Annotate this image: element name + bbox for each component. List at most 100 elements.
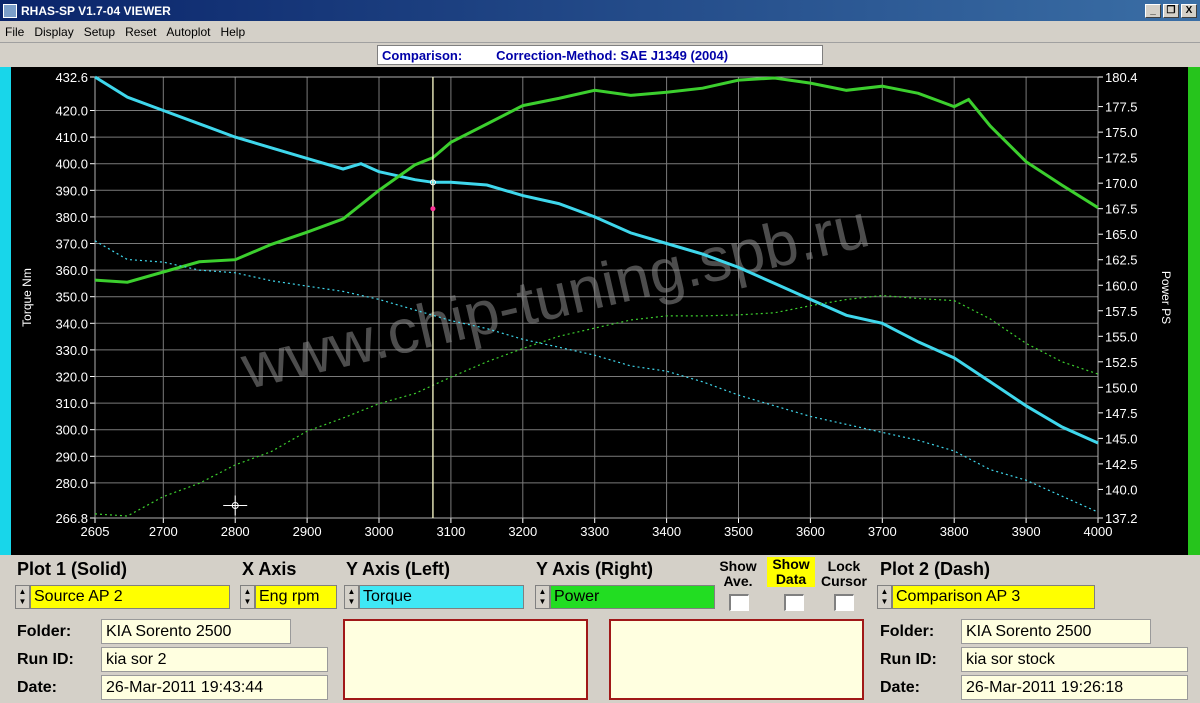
plot2-source-field[interactable]: Comparison AP 3 xyxy=(892,585,1095,609)
lock-cursor-checkbox[interactable] xyxy=(834,594,854,611)
xaxis-select[interactable]: ▲ ▼ Eng rpm xyxy=(240,585,337,609)
right-tick-label: 165.0 xyxy=(1105,227,1138,242)
right-tick-label: 145.0 xyxy=(1105,431,1138,446)
menu-display[interactable]: Display xyxy=(29,25,78,39)
plot1-folder-field: KIA Sorento 2500 xyxy=(101,619,291,644)
x-tick-label: 3800 xyxy=(940,524,969,539)
control-panel: Plot 1 (Solid) X Axis Y Axis (Left) Y Ax… xyxy=(0,555,1200,703)
plot1-date-label: Date: xyxy=(17,679,58,696)
yright-header: Y Axis (Right) xyxy=(536,559,654,579)
right-axis-title: Power PS xyxy=(1159,271,1173,324)
left-tick-label: 370.0 xyxy=(55,237,88,252)
left-tick-label: 330.0 xyxy=(55,343,88,358)
plot2-header: Plot 2 (Dash) xyxy=(880,559,991,579)
plot2-runid-label: Run ID: xyxy=(880,651,937,668)
right-tick-label: 155.0 xyxy=(1105,329,1138,344)
minimize-button[interactable]: _ xyxy=(1145,3,1161,18)
yleft-field[interactable]: Torque xyxy=(359,585,524,609)
left-tick-label: 350.0 xyxy=(55,290,88,305)
plot2-source-select[interactable]: ▲ ▼ Comparison AP 3 xyxy=(877,585,1095,609)
menu-help[interactable]: Help xyxy=(215,25,250,39)
yright-spin-icon[interactable]: ▲ ▼ xyxy=(535,585,550,609)
menu-autoplot[interactable]: Autoplot xyxy=(161,25,215,39)
left-tick-label: 310.0 xyxy=(55,396,88,411)
menu-setup[interactable]: Setup xyxy=(79,25,120,39)
correction-method: Correction-Method: SAE J1349 (2004) xyxy=(496,47,729,63)
left-tick-label: 290.0 xyxy=(55,449,88,464)
x-tick-label: 2900 xyxy=(293,524,322,539)
menu-reset[interactable]: Reset xyxy=(120,25,161,39)
yleft-header: Y Axis (Left) xyxy=(346,559,451,579)
menu-file[interactable]: File xyxy=(0,25,29,39)
window-title: RHAS-SP V1.7-04 VIEWER xyxy=(21,3,171,18)
left-tick-label: 390.0 xyxy=(55,183,88,198)
x-tick-label: 2800 xyxy=(221,524,250,539)
close-button[interactable]: X xyxy=(1181,3,1197,18)
x-tick-label: 3400 xyxy=(652,524,681,539)
plot1-folder-label: Folder: xyxy=(17,623,72,640)
plot-area[interactable]: 2605 2700 2800 2900 3000 3100 3200 3300 3400 3500… xyxy=(0,67,1200,555)
plot2-notes-box[interactable] xyxy=(609,619,864,700)
right-tick-label: 175.0 xyxy=(1105,125,1138,140)
left-tick-label: 360.0 xyxy=(55,263,88,278)
right-tick-label: 152.5 xyxy=(1105,355,1138,370)
right-tick-label: 137.2 xyxy=(1105,511,1138,526)
comparison-box: Comparison: Correction-Method: SAE J1349… xyxy=(377,45,823,65)
dyno-chart[interactable]: 2605 2700 2800 2900 3000 3100 3200 3300 3400 3500… xyxy=(0,67,1200,555)
menu-bar: File Display Setup Reset Autoplot Help xyxy=(0,21,1200,43)
left-axis-title: Torque Nm xyxy=(20,268,34,327)
left-tick-label: 410.0 xyxy=(55,130,88,145)
x-tick-label: 3200 xyxy=(508,524,537,539)
show-ave-label: Show Ave. xyxy=(719,558,757,589)
x-tick-label: 2605 xyxy=(81,524,110,539)
left-tick-label: 300.0 xyxy=(55,423,88,438)
right-tick-label: 177.5 xyxy=(1105,100,1138,115)
yleft-spin-icon[interactable]: ▲ ▼ xyxy=(344,585,359,609)
x-tick-label: 3100 xyxy=(436,524,465,539)
right-tick-label: 160.0 xyxy=(1105,278,1138,293)
restore-button[interactable]: ❐ xyxy=(1163,3,1179,18)
plot2-folder-field: KIA Sorento 2500 xyxy=(961,619,1151,644)
x-tick-label: 3000 xyxy=(365,524,394,539)
cursor-marker-power xyxy=(430,206,436,212)
show-data-checkbox[interactable] xyxy=(784,594,804,611)
plot1-source-select[interactable]: ▲ ▼ Source AP 2 xyxy=(15,585,230,609)
yright-select[interactable]: ▲ ▼ Power xyxy=(535,585,715,609)
window-controls: _ ❐ X xyxy=(1145,3,1200,18)
right-tick-label: 142.5 xyxy=(1105,457,1138,472)
xaxis-field[interactable]: Eng rpm xyxy=(255,585,337,609)
right-tick-label: 140.0 xyxy=(1105,482,1138,497)
left-tick-label: 400.0 xyxy=(55,157,88,172)
show-ave-checkbox[interactable] xyxy=(729,594,749,611)
comparison-label: Comparison: xyxy=(382,47,463,63)
right-tick-label: 170.0 xyxy=(1105,176,1138,191)
x-tick-label: 3900 xyxy=(1012,524,1041,539)
plot1-date-field: 26-Mar-2011 19:43:44 xyxy=(101,675,328,700)
left-tick-label: 266.8 xyxy=(55,511,88,526)
yleft-select[interactable]: ▲ ▼ Torque xyxy=(344,585,524,609)
x-tick-label: 3600 xyxy=(796,524,825,539)
x-tick-label: 3500 xyxy=(724,524,753,539)
yright-field[interactable]: Power xyxy=(550,585,715,609)
right-tick-label: 157.5 xyxy=(1105,304,1138,319)
comparison-header: Comparison: Correction-Method: SAE J1349… xyxy=(0,43,1200,67)
plot2-date-field: 26-Mar-2011 19:26:18 xyxy=(961,675,1188,700)
left-tick-label: 280.0 xyxy=(55,476,88,491)
xaxis-spin-icon[interactable]: ▲ ▼ xyxy=(240,585,255,609)
right-tick-label: 147.5 xyxy=(1105,406,1138,421)
plot1-runid-label: Run ID: xyxy=(17,651,74,668)
plot1-notes-box[interactable] xyxy=(343,619,588,700)
plot2-folder-label: Folder: xyxy=(880,623,935,640)
x-tick-label: 4000 xyxy=(1084,524,1113,539)
lock-cursor-label: Lock Cursor xyxy=(821,558,867,589)
left-tick-label: 432.6 xyxy=(55,70,88,85)
plot1-source-field[interactable]: Source AP 2 xyxy=(30,585,230,609)
plot1-spin-icon[interactable]: ▲ ▼ xyxy=(15,585,30,609)
x-tick-label: 3700 xyxy=(868,524,897,539)
right-tick-label: 180.4 xyxy=(1105,70,1138,85)
plot2-spin-icon[interactable]: ▲ ▼ xyxy=(877,585,892,609)
show-data-label: Show Data xyxy=(767,557,815,587)
plot2-date-label: Date: xyxy=(880,679,921,696)
title-bar: RHAS-SP V1.7-04 VIEWER _ ❐ X xyxy=(0,0,1200,21)
app-icon xyxy=(3,3,17,18)
